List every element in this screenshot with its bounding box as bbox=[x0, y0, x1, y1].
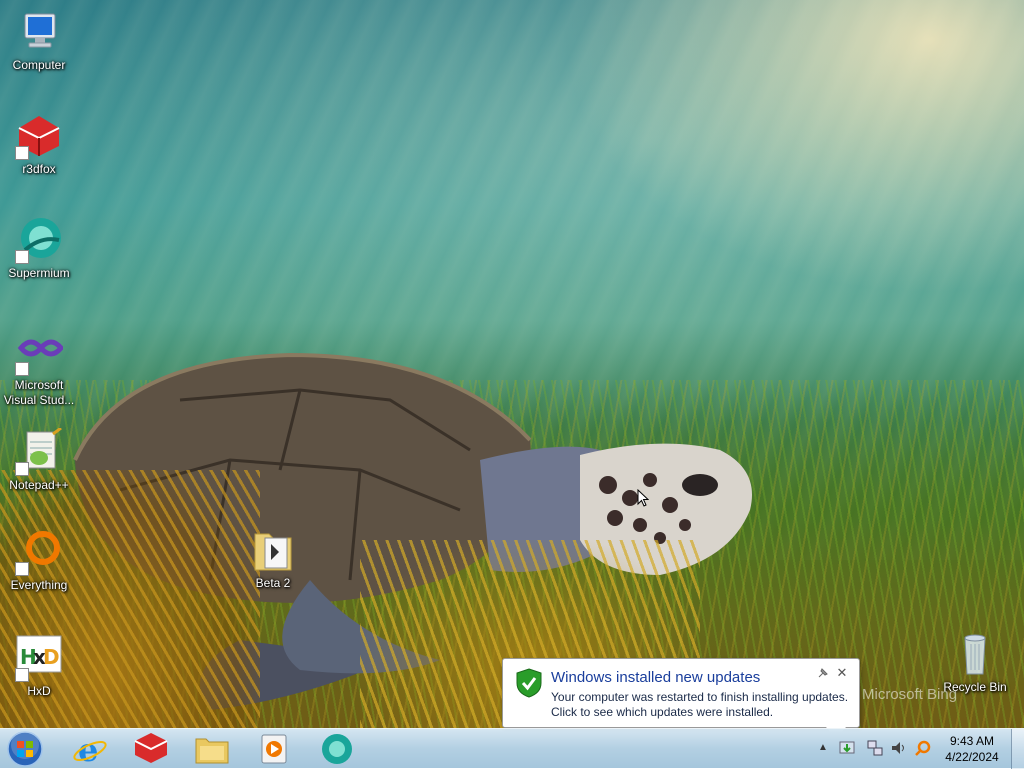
desktop-icon-notepadpp[interactable]: Notepad++ bbox=[0, 426, 78, 493]
everything-icon bbox=[15, 528, 63, 576]
supermium-icon bbox=[15, 216, 63, 264]
system-clock[interactable]: 9:43 AM 4/22/2024 bbox=[934, 733, 1010, 765]
notepadpp-icon bbox=[15, 426, 63, 476]
desktop-icon-computer[interactable]: Computer bbox=[0, 8, 78, 73]
windows-logo-icon bbox=[7, 731, 43, 767]
start-button[interactable] bbox=[6, 730, 44, 768]
taskbar: e ▲ 9:43 AM 4/22/2024 bbox=[0, 728, 1024, 769]
volume-icon[interactable] bbox=[890, 739, 908, 757]
desktop-icon-beta2[interactable]: Beta 2 bbox=[234, 526, 312, 591]
desktop-icon-everything[interactable]: Everything bbox=[0, 528, 78, 593]
desktop-icon-hxd[interactable]: H x D HxD bbox=[0, 634, 78, 699]
desktop-icon-supermium[interactable]: Supermium bbox=[0, 216, 78, 281]
notification-line-1: Your computer was restarted to finish in… bbox=[551, 690, 849, 704]
show-hidden-icons-chevron-icon[interactable]: ▲ bbox=[814, 739, 832, 757]
r3dfox-icon bbox=[134, 733, 168, 763]
desktop-icon-label: Computer bbox=[12, 58, 66, 72]
everything-search-tray-icon[interactable] bbox=[914, 739, 932, 757]
desktop-icon-label: Everything bbox=[10, 578, 68, 592]
mouse-cursor-icon bbox=[637, 489, 649, 507]
taskbar-file-explorer[interactable] bbox=[190, 731, 234, 767]
network-icon[interactable] bbox=[866, 739, 884, 757]
shortcut-arrow-icon bbox=[15, 250, 29, 264]
show-desktop-button[interactable] bbox=[1011, 729, 1024, 769]
shield-check-icon bbox=[516, 668, 542, 698]
update-notification-balloon[interactable]: Windows installed new updates Your compu… bbox=[502, 658, 860, 728]
shortcut-arrow-icon bbox=[15, 146, 29, 160]
desktop-icon-label: Notepad++ bbox=[9, 478, 69, 492]
visual-studio-icon bbox=[15, 328, 65, 376]
desktop-icon-visual-studio[interactable]: Microsoft Visual Stud... bbox=[0, 328, 78, 408]
clock-date: 4/22/2024 bbox=[945, 750, 999, 764]
windows-update-tray-icon[interactable] bbox=[838, 739, 856, 757]
shortcut-arrow-icon bbox=[15, 362, 29, 376]
r3dfox-icon bbox=[15, 112, 63, 160]
shortcut-arrow-icon bbox=[15, 462, 29, 476]
taskbar-internet-explorer[interactable]: e bbox=[68, 731, 112, 769]
clock-time: 9:43 AM bbox=[949, 734, 995, 748]
recycle-bin-icon bbox=[951, 630, 999, 678]
taskbar-supermium[interactable] bbox=[314, 731, 358, 767]
taskbar-media-player[interactable] bbox=[252, 731, 296, 767]
options-pin-icon[interactable] bbox=[817, 667, 831, 681]
desktop-icon-label: Supermium bbox=[8, 266, 70, 280]
notification-body: Your computer was restarted to finish in… bbox=[551, 690, 857, 720]
file-explorer-icon bbox=[195, 738, 229, 764]
taskbar-r3dfox[interactable] bbox=[129, 731, 173, 767]
desktop-icon-label: r3dfox bbox=[22, 162, 56, 176]
close-icon[interactable]: ✕ bbox=[835, 666, 849, 680]
supermium-icon bbox=[322, 734, 352, 764]
shortcut-arrow-icon bbox=[15, 562, 29, 576]
desktop-icon-label: HxD bbox=[27, 684, 51, 698]
desktop-icon-label: Beta 2 bbox=[255, 576, 291, 590]
folder-icon bbox=[249, 526, 297, 574]
desktop-icon-r3dfox[interactable]: r3dfox bbox=[0, 112, 78, 177]
svg-text:D: D bbox=[43, 645, 60, 669]
bing-watermark: Microsoft Bing bbox=[862, 686, 958, 703]
internet-explorer-icon: e bbox=[73, 731, 107, 769]
desktop-icon-label: Microsoft Visual Stud... bbox=[3, 378, 75, 407]
notification-line-2: Click to see which updates were installe… bbox=[551, 705, 774, 719]
notification-title: Windows installed new updates bbox=[551, 669, 761, 686]
hxd-icon: H x D bbox=[15, 634, 63, 682]
media-player-icon bbox=[261, 734, 287, 764]
computer-icon bbox=[15, 8, 63, 56]
shortcut-arrow-icon bbox=[15, 668, 29, 682]
desktop-wallpaper bbox=[0, 0, 1024, 728]
